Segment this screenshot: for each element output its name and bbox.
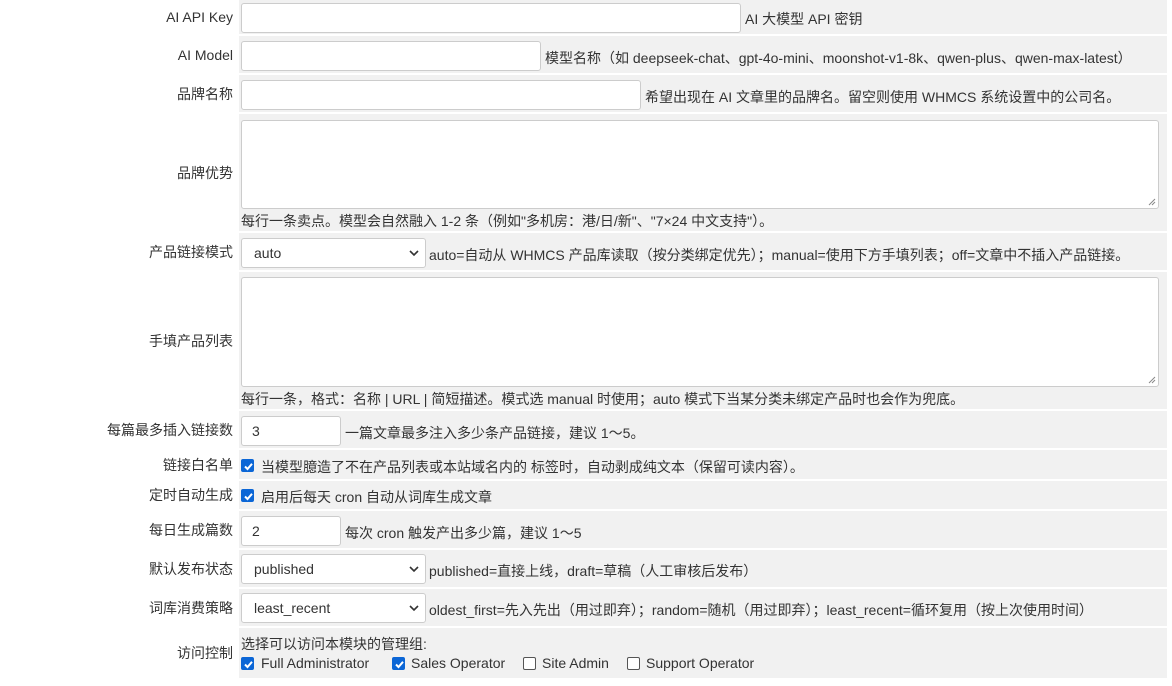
row-max-links: 每篇最多插入链接数 3 一篇文章最多注入多少条产品链接，建议 1～5。 (5, 411, 1167, 450)
row-manual-products: 手填产品列表 每行一条，格式：名称 | URL | 简短描述。模式选 manua… (5, 272, 1167, 411)
chevron-down-icon (409, 605, 419, 612)
auto-generate-label: 定时自动生成 (5, 481, 239, 509)
resize-grip-icon[interactable] (1147, 197, 1156, 206)
publish-status-help: published=直接上线，draft=草稿（人工审核后发布） (429, 563, 758, 579)
row-link-whitelist: 链接白名单 当模型臆造了不在产品列表或本站域名内的 标签时，自动剥成纯文本（保留… (5, 450, 1167, 481)
row-daily-count: 每日生成篇数 2 每次 cron 触发产出多少篇，建议 1～5 (5, 511, 1167, 550)
group-label-full-administrator: Full Administrator (261, 655, 370, 671)
group-checkbox-support-operator[interactable] (627, 657, 640, 670)
link-mode-label: 产品链接模式 (5, 233, 239, 270)
group-checkbox-site-admin[interactable] (523, 657, 536, 670)
row-access-control: 访问控制 选择可以访问本模块的管理组: Full Administrator S… (5, 628, 1167, 680)
brand-advantages-textarea[interactable] (241, 120, 1159, 209)
auto-generate-checkbox[interactable] (241, 489, 254, 502)
model-label: AI Model (5, 36, 239, 73)
publish-status-label: 默认发布状态 (5, 550, 239, 587)
brand-advantages-help: 每行一条卖点。模型会自然融入 1-2 条（例如"多机房：港/日/新"、"7×24… (241, 213, 774, 229)
link-whitelist-help: 当模型臆造了不在产品列表或本站域名内的 标签时，自动剥成纯文本（保留可读内容）。 (261, 459, 804, 475)
row-keyword-strategy: 词库消费策略 least_recent oldest_first=先入先出（用过… (5, 589, 1167, 628)
link-mode-select[interactable]: auto (241, 238, 426, 268)
resize-grip-icon[interactable] (1147, 375, 1156, 384)
link-whitelist-checkbox[interactable] (241, 459, 254, 472)
auto-generate-help: 启用后每天 cron 自动从词库生成文章 (261, 489, 493, 505)
row-brand-advantages: 品牌优势 每行一条卖点。模型会自然融入 1-2 条（例如"多机房：港/日/新"、… (5, 114, 1167, 233)
link-whitelist-label: 链接白名单 (5, 450, 239, 479)
row-api-key: AI API Key AI 大模型 API 密钥 (5, 0, 1167, 36)
access-control-help: 选择可以访问本模块的管理组: (241, 636, 427, 652)
checkmark-icon (395, 661, 404, 669)
row-publish-status: 默认发布状态 published published=直接上线，draft=草稿… (5, 550, 1167, 589)
link-mode-help: auto=自动从 WHMCS 产品库读取（按分类绑定优先）；manual=使用下… (429, 247, 1130, 263)
checkmark-icon (244, 661, 253, 669)
keyword-strategy-label: 词库消费策略 (5, 589, 239, 626)
group-checkbox-sales-operator[interactable] (392, 657, 405, 670)
module-settings-form: AI API Key AI 大模型 API 密钥 AI Model 模型名称（如… (5, 0, 1167, 686)
manual-products-help: 每行一条，格式：名称 | URL | 简短描述。模式选 manual 时使用；a… (241, 391, 965, 407)
model-help: 模型名称（如 deepseek-chat、gpt-4o-mini、moonsho… (545, 50, 1132, 66)
keyword-strategy-selected: least_recent (254, 600, 331, 616)
chevron-down-icon (409, 566, 419, 573)
brand-advantages-label: 品牌优势 (5, 114, 239, 231)
group-label-sales-operator: Sales Operator (411, 655, 506, 671)
link-mode-selected: auto (254, 245, 282, 261)
row-link-mode: 产品链接模式 auto auto=自动从 WHMCS 产品库读取（按分类绑定优先… (5, 233, 1167, 272)
chevron-down-icon (409, 250, 419, 257)
brand-name-help: 希望出现在 AI 文章里的品牌名。留空则使用 WHMCS 系统设置中的公司名。 (645, 89, 1121, 105)
group-checkbox-full-administrator[interactable] (241, 657, 254, 670)
row-brand-name: 品牌名称 希望出现在 AI 文章里的品牌名。留空则使用 WHMCS 系统设置中的… (5, 75, 1167, 114)
brand-name-label: 品牌名称 (5, 75, 239, 112)
group-label-support-operator: Support Operator (646, 655, 755, 671)
max-links-input[interactable]: 3 (241, 416, 341, 446)
daily-count-label: 每日生成篇数 (5, 511, 239, 548)
max-links-help: 一篇文章最多注入多少条产品链接，建议 1～5。 (345, 425, 645, 441)
max-links-label: 每篇最多插入链接数 (5, 411, 239, 448)
model-input[interactable] (241, 41, 541, 71)
daily-count-input[interactable]: 2 (241, 516, 341, 546)
access-control-label: 访问控制 (5, 628, 239, 678)
api-key-label: AI API Key (5, 0, 239, 34)
checkmark-icon (244, 493, 253, 501)
api-key-input[interactable] (241, 3, 741, 33)
publish-status-select[interactable]: published (241, 554, 426, 584)
keyword-strategy-help: oldest_first=先入先出（用过即弃）；random=随机（用过即弃）；… (429, 602, 1093, 618)
api-key-help: AI 大模型 API 密钥 (745, 11, 863, 27)
row-auto-generate: 定时自动生成 启用后每天 cron 自动从词库生成文章 (5, 481, 1167, 511)
daily-count-help: 每次 cron 触发产出多少篇，建议 1～5 (345, 525, 582, 541)
row-model: AI Model 模型名称（如 deepseek-chat、gpt-4o-min… (5, 36, 1167, 75)
manual-products-label: 手填产品列表 (5, 272, 239, 409)
publish-status-selected: published (254, 561, 314, 577)
brand-name-input[interactable] (241, 80, 641, 110)
keyword-strategy-select[interactable]: least_recent (241, 593, 426, 623)
checkmark-icon (244, 463, 253, 471)
manual-products-textarea[interactable] (241, 277, 1159, 387)
group-label-site-admin: Site Admin (542, 655, 609, 671)
